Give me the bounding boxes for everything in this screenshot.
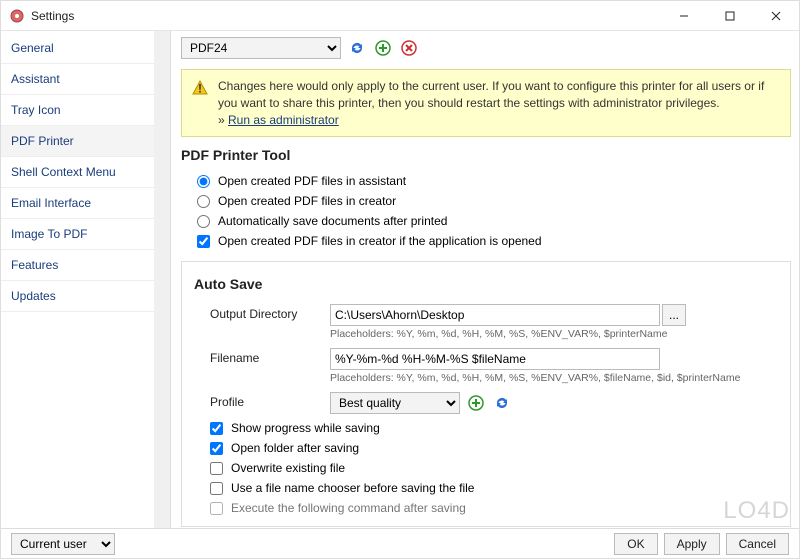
add-profile-icon[interactable]	[466, 393, 486, 413]
minimize-button[interactable]	[661, 1, 707, 31]
open-folder-row[interactable]: Open folder after saving	[194, 438, 778, 458]
execute-command-checkbox[interactable]	[210, 502, 223, 515]
scope-select[interactable]: Current user	[11, 533, 115, 555]
filename-row: Filename Placeholders: %Y, %m, %d, %H, %…	[194, 344, 778, 388]
overwrite-row[interactable]: Overwrite existing file	[194, 458, 778, 478]
output-directory-label: Output Directory	[210, 304, 330, 321]
open-in-creator-label: Open created PDF files in creator	[218, 194, 396, 208]
refresh-icon[interactable]	[347, 38, 367, 58]
sidebar-item-tray-icon[interactable]: Tray Icon	[1, 95, 170, 126]
file-chooser-label: Use a file name chooser before saving th…	[231, 481, 474, 495]
open-in-creator-if-open-label: Open created PDF files in creator if the…	[218, 234, 542, 248]
printer-select[interactable]: PDF24	[181, 37, 341, 59]
auto-save-section: Auto Save Output Directory ... Placehold…	[181, 261, 791, 527]
open-in-creator-if-open-checkbox[interactable]	[197, 235, 210, 248]
profile-row: Profile Best quality	[194, 388, 778, 418]
sidebar-item-general[interactable]: General	[1, 33, 170, 64]
open-in-assistant-label: Open created PDF files in assistant	[218, 174, 406, 188]
output-directory-input[interactable]	[330, 304, 660, 326]
remove-printer-icon[interactable]	[399, 38, 419, 58]
profile-select[interactable]: Best quality	[330, 392, 460, 414]
run-as-admin-link[interactable]: Run as administrator	[228, 113, 339, 127]
app-icon	[9, 8, 25, 24]
sidebar-item-pdf-printer[interactable]: PDF Printer	[1, 126, 170, 157]
sidebar-scrollbar[interactable]	[154, 31, 170, 528]
sidebar: General Assistant Tray Icon PDF Printer …	[1, 31, 171, 528]
admin-notice-body: Changes here would only apply to the cur…	[218, 79, 764, 110]
sidebar-item-assistant[interactable]: Assistant	[1, 64, 170, 95]
window-title: Settings	[31, 9, 661, 23]
filename-hint: Placeholders: %Y, %m, %d, %H, %M, %S, %E…	[330, 372, 778, 384]
sidebar-item-shell-context-menu[interactable]: Shell Context Menu	[1, 157, 170, 188]
output-directory-row: Output Directory ... Placeholders: %Y, %…	[194, 300, 778, 344]
admin-notice-text: Changes here would only apply to the cur…	[218, 78, 780, 128]
execute-command-label: Execute the following command after savi…	[231, 501, 466, 515]
admin-notice: ! Changes here would only apply to the c…	[181, 69, 791, 137]
sidebar-item-features[interactable]: Features	[1, 250, 170, 281]
ok-button[interactable]: OK	[614, 533, 657, 555]
show-progress-checkbox[interactable]	[210, 422, 223, 435]
open-in-assistant-radio[interactable]	[197, 175, 210, 188]
open-in-creator-if-open-row[interactable]: Open created PDF files in creator if the…	[181, 231, 791, 251]
overwrite-label: Overwrite existing file	[231, 461, 345, 475]
profile-label: Profile	[210, 392, 330, 409]
open-in-creator-radio[interactable]	[197, 195, 210, 208]
close-button[interactable]	[753, 1, 799, 31]
maximize-button[interactable]	[707, 1, 753, 31]
refresh-profile-icon[interactable]	[492, 393, 512, 413]
output-directory-hint: Placeholders: %Y, %m, %d, %H, %M, %S, %E…	[330, 328, 778, 340]
main: General Assistant Tray Icon PDF Printer …	[1, 31, 799, 528]
admin-notice-link-prefix: »	[218, 113, 228, 127]
pdf-printer-tool-heading: PDF Printer Tool	[181, 147, 791, 163]
filename-label: Filename	[210, 348, 330, 365]
window-controls	[661, 1, 799, 31]
output-directory-browse-button[interactable]: ...	[662, 304, 686, 326]
open-in-creator-radio-row[interactable]: Open created PDF files in creator	[181, 191, 791, 211]
apply-button[interactable]: Apply	[664, 533, 720, 555]
sidebar-item-email-interface[interactable]: Email Interface	[1, 188, 170, 219]
titlebar: Settings	[1, 1, 799, 31]
open-in-assistant-radio-row[interactable]: Open created PDF files in assistant	[181, 171, 791, 191]
add-printer-icon[interactable]	[373, 38, 393, 58]
show-progress-row[interactable]: Show progress while saving	[194, 418, 778, 438]
svg-text:!: !	[198, 82, 202, 96]
auto-save-heading: Auto Save	[194, 276, 778, 292]
execute-command-row[interactable]: Execute the following command after savi…	[194, 498, 778, 518]
sidebar-item-image-to-pdf[interactable]: Image To PDF	[1, 219, 170, 250]
content-wrap: PDF24 ! Changes here would only app	[171, 31, 799, 528]
open-folder-checkbox[interactable]	[210, 442, 223, 455]
show-progress-label: Show progress while saving	[231, 421, 380, 435]
auto-save-radio-row[interactable]: Automatically save documents after print…	[181, 211, 791, 231]
auto-save-radio-label: Automatically save documents after print…	[218, 214, 447, 228]
warning-icon: !	[192, 80, 208, 96]
open-folder-label: Open folder after saving	[231, 441, 359, 455]
printer-toolbar: PDF24	[181, 37, 791, 59]
overwrite-checkbox[interactable]	[210, 462, 223, 475]
cancel-button[interactable]: Cancel	[726, 533, 789, 555]
filename-input[interactable]	[330, 348, 660, 370]
footer: Current user OK Apply Cancel	[1, 528, 799, 558]
sidebar-item-updates[interactable]: Updates	[1, 281, 170, 312]
file-chooser-checkbox[interactable]	[210, 482, 223, 495]
content: PDF24 ! Changes here would only app	[171, 31, 799, 528]
file-chooser-row[interactable]: Use a file name chooser before saving th…	[194, 478, 778, 498]
auto-save-radio[interactable]	[197, 215, 210, 228]
